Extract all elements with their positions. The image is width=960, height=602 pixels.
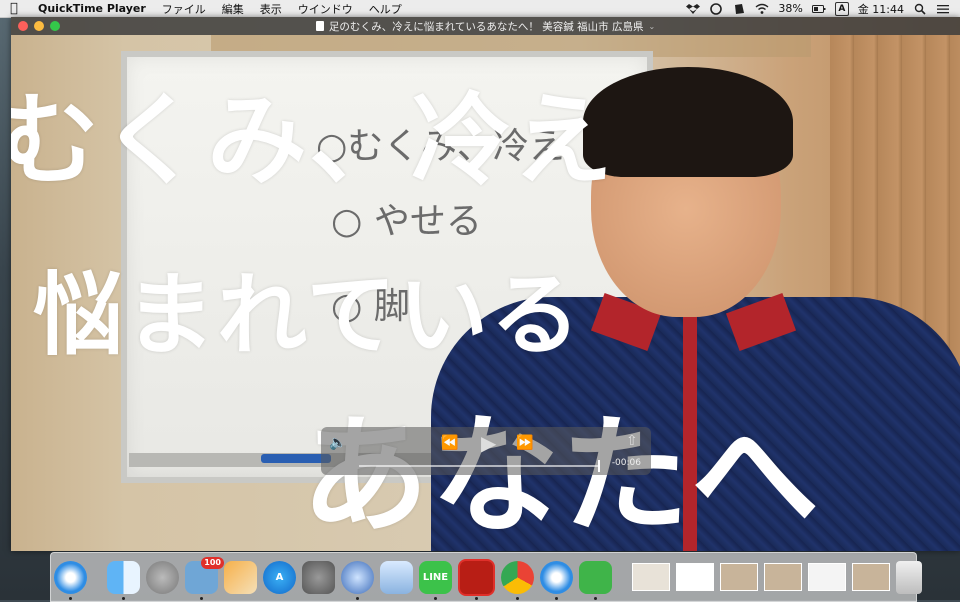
quicktime-window: ○むくみ、冷え ○ やせる ○ 脚 むくみ、冷え 悩まれている あなたへ 🔈 ⏪…: [11, 17, 960, 551]
system-preferences-icon[interactable]: [302, 560, 335, 594]
line-icon[interactable]: LINE: [419, 560, 452, 600]
player-controls: 🔈 ⏪ ▶ ⏩ ⇧ -00:06: [321, 427, 651, 475]
safari-icon[interactable]: [54, 560, 87, 600]
menu-edit[interactable]: 編集: [222, 1, 244, 17]
launchpad-icon[interactable]: [146, 560, 179, 594]
safari-2-icon[interactable]: [540, 560, 573, 600]
dropbox-icon[interactable]: [686, 3, 701, 15]
preview-icon[interactable]: 100: [185, 556, 224, 600]
minimize-button[interactable]: [34, 21, 44, 31]
apple-menu-icon[interactable]: : [10, 0, 24, 17]
evernote-menu-icon[interactable]: [732, 3, 746, 15]
evernote-icon[interactable]: [579, 560, 612, 600]
minimized-window-5[interactable]: [808, 563, 846, 591]
battery-icon[interactable]: [811, 3, 826, 15]
volume-icon[interactable]: 🔈: [329, 435, 346, 451]
fast-forward-icon[interactable]: ⏩: [516, 435, 533, 451]
minimized-window-1[interactable]: [632, 563, 670, 591]
trash-icon[interactable]: [896, 560, 922, 594]
notification-center-icon[interactable]: [936, 3, 950, 15]
pages-icon[interactable]: [224, 560, 257, 594]
chevron-down-icon[interactable]: ⌄: [648, 22, 655, 31]
clock[interactable]: 金 11:44: [858, 1, 904, 17]
minimized-window-4[interactable]: [764, 563, 802, 591]
close-button[interactable]: [18, 21, 28, 31]
finder-icon[interactable]: [107, 560, 140, 600]
caption-line-1: むくみ、冷え: [11, 82, 615, 199]
spotlight-icon[interactable]: [913, 3, 927, 15]
notification-badge: 100: [201, 556, 224, 569]
menu-view[interactable]: 表示: [260, 1, 282, 17]
fullscreen-button[interactable]: [50, 21, 60, 31]
share-icon[interactable]: ⇧: [626, 433, 638, 449]
preview-2-icon[interactable]: [380, 560, 413, 594]
line-label: LINE: [422, 571, 449, 583]
scrub-bar[interactable]: [359, 465, 599, 467]
menu-bar:  QuickTime Player ファイル 編集 表示 ウインドウ ヘルプ …: [0, 0, 960, 18]
input-source-indicator[interactable]: A: [834, 1, 849, 16]
wifi-icon[interactable]: [755, 3, 769, 15]
rewind-icon[interactable]: ⏪: [441, 435, 458, 451]
caption-line-2: 悩まれている: [33, 263, 583, 368]
minimized-window-3[interactable]: [720, 563, 758, 591]
battery-percent[interactable]: 38%: [778, 2, 802, 15]
chrome-icon[interactable]: [501, 560, 534, 600]
scrub-handle[interactable]: [598, 460, 600, 472]
menu-file[interactable]: ファイル: [162, 1, 206, 17]
menu-help[interactable]: ヘルプ: [369, 1, 402, 17]
window-controls: [18, 21, 60, 31]
creative-cloud-icon[interactable]: [709, 2, 723, 15]
app-store-icon[interactable]: A: [263, 560, 296, 594]
minimized-window-6[interactable]: [852, 563, 890, 591]
app-menu[interactable]: QuickTime Player: [38, 2, 146, 15]
dock: 100 A LINE: [50, 552, 922, 602]
menu-window[interactable]: ウインドウ: [298, 1, 353, 17]
status-area: 38% A 金 11:44: [686, 1, 950, 17]
play-icon[interactable]: ▶: [481, 431, 496, 455]
quicktime-icon[interactable]: [341, 560, 374, 600]
acrobat-icon[interactable]: [458, 558, 495, 600]
document-icon[interactable]: [315, 21, 324, 31]
minimized-window-2[interactable]: [676, 563, 714, 591]
window-title-bar[interactable]: 足のむくみ、冷えに悩まれているあなたへ！ 美容鍼 福山市 広島県 ⌄: [11, 17, 960, 35]
video-frame[interactable]: ○むくみ、冷え ○ やせる ○ 脚 むくみ、冷え 悩まれている あなたへ 🔈 ⏪…: [11, 17, 960, 551]
time-remaining: -00:06: [611, 458, 641, 468]
window-title[interactable]: 足のむくみ、冷えに悩まれているあなたへ！ 美容鍼 福山市 広島県: [329, 19, 644, 34]
